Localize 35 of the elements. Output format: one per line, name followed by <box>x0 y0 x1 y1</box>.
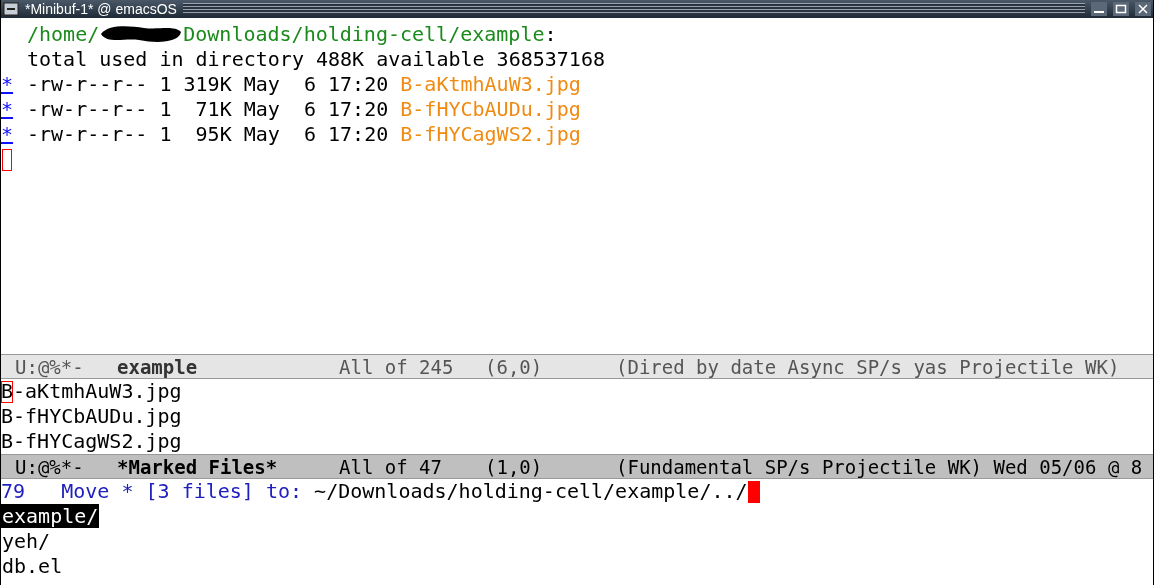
cursor-coordinates: (1,0) <box>485 455 544 478</box>
file-details: -rw-r--r-- 1 95K May 6 17:20 <box>27 122 389 147</box>
text-cursor <box>2 149 12 171</box>
file-details: -rw-r--r-- 1 319K May 6 17:20 <box>27 72 389 97</box>
directory-path: /home/ <box>27 22 100 47</box>
buffer-position: All of 47 <box>339 455 443 478</box>
minimize-icon[interactable] <box>1091 2 1107 16</box>
mode-list: (Fundamental SP/s Projectile WK) Wed 05/06 @ 8 <box>616 455 1153 478</box>
completion-candidate[interactable]: example/ <box>1 504 100 528</box>
file-mark: * <box>1 122 15 147</box>
minibuffer-prompt: Move * [3 files] to: <box>61 479 304 504</box>
file-mark: * <box>1 97 15 122</box>
marked-file-name: B-fHYCagWS2.jpg <box>1 429 182 454</box>
close-icon[interactable] <box>1135 2 1151 16</box>
file-details: -rw-r--r-- 1 71K May 6 17:20 <box>27 97 389 122</box>
cursor-coordinates: (6,0) <box>485 355 544 378</box>
path-colon: : <box>544 22 557 47</box>
completion-candidate[interactable]: db.el <box>1 554 64 578</box>
candidate-count: 79 <box>1 479 27 504</box>
minibuffer-input[interactable]: ~/Downloads/holding-cell/example/../ <box>314 479 748 504</box>
buffer-name: example <box>117 355 199 378</box>
buffer-flags: U:@%*- <box>15 355 85 378</box>
text-cursor <box>747 481 760 503</box>
marked-file-name: B-fHYCbAUDu.jpg <box>1 404 182 429</box>
directory-summary: total used in directory 488K available 368537168 <box>27 47 605 72</box>
buffer-name: *Marked Files* <box>117 455 279 478</box>
buffer-position: All of 245 <box>339 355 455 378</box>
mode-list: (Dired by date Async SP/s yas Projectile WK) <box>616 355 1153 378</box>
file-mark: * <box>1 72 15 97</box>
buffer-flags: U:@%*- <box>15 455 85 478</box>
menu-icon[interactable] <box>3 2 19 16</box>
maximize-icon[interactable] <box>1113 2 1129 16</box>
directory-path: Downloads/holding-cell/example <box>183 22 545 47</box>
completion-candidate[interactable]: yeh/ <box>1 529 52 553</box>
window-title: *Minibuf-1* @ emacsOS <box>25 1 177 17</box>
